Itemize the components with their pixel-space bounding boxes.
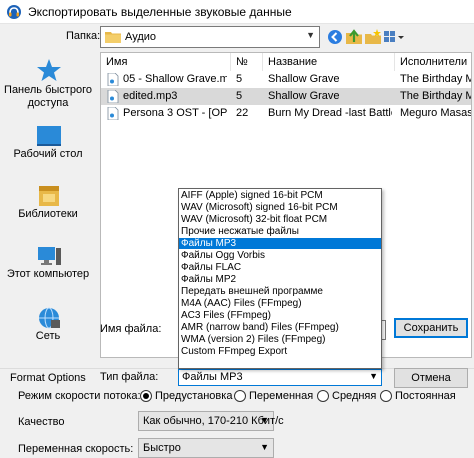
place-label: Сеть	[35, 330, 61, 342]
filetype-option[interactable]: WMA (version 2) Files (FFmpeg)	[179, 334, 381, 345]
filetype-value: Файлы MP3	[182, 371, 243, 383]
file-title: Burn My Dread -last Battle-	[268, 107, 392, 119]
chevron-down-icon: ▼	[306, 30, 315, 40]
filetype-option[interactable]: Файлы MP2	[179, 274, 381, 285]
file-title: Shallow Grave	[268, 90, 340, 102]
column-header-name[interactable]: Имя	[101, 53, 231, 71]
file-artist: Meguro Masash	[400, 107, 472, 119]
chevron-down-icon: ▼	[260, 442, 269, 452]
chevron-down-icon: ▼	[369, 371, 378, 381]
quality-combo[interactable]: Как обычно, 170-210 Кбит/с ▼	[138, 411, 284, 431]
format-options-title: Format Options	[10, 372, 86, 384]
radio-preset-label: Предустановка	[155, 390, 233, 402]
filetype-option-selected[interactable]: Файлы MP3	[179, 238, 381, 249]
audio-file-icon	[107, 90, 119, 103]
column-header-title[interactable]: Название	[263, 53, 395, 71]
radio-variable-label: Переменная	[249, 390, 314, 402]
folder-label: Папка:	[66, 30, 101, 42]
radio-average-label: Средняя	[332, 390, 377, 402]
filetype-option[interactable]: M4A (AAC) Files (FFmpeg)	[179, 298, 381, 309]
file-number: 5	[236, 90, 243, 102]
radio-constant[interactable]	[380, 390, 392, 402]
export-dialog: Экспортировать выделенные звуковые данны…	[0, 0, 474, 458]
file-number: 5	[236, 73, 243, 85]
variable-speed-label: Переменная скорость:	[18, 443, 134, 455]
radio-preset[interactable]	[140, 390, 152, 402]
filetype-label: Тип файла:	[100, 371, 159, 383]
window-title: Экспортировать выделенные звуковые данны…	[28, 5, 292, 19]
filetype-option[interactable]: Custom FFmpeg Export	[179, 346, 381, 357]
place-label: Панель быстрого доступа	[4, 84, 92, 109]
up-folder-icon[interactable]	[345, 28, 363, 46]
filetype-option[interactable]: Передать внешней программе	[179, 286, 381, 297]
radio-average[interactable]	[317, 390, 329, 402]
view-menu-icon[interactable]	[383, 28, 407, 46]
place-network[interactable]: Сеть	[2, 300, 94, 362]
variable-speed-combo[interactable]: Быстро ▼	[138, 438, 274, 458]
file-artist: The Birthday Ma	[400, 90, 471, 102]
filetype-option[interactable]: Файлы FLAC	[179, 262, 381, 273]
folder-combo[interactable]: Аудио ▼	[100, 26, 320, 48]
save-button[interactable]: Сохранить	[394, 318, 468, 338]
file-title: Shallow Grave	[268, 73, 340, 85]
filetype-dropdown-list[interactable]: AIFF (Apple) signed 16-bit PCM WAV (Micr…	[178, 188, 382, 369]
file-name: Persona 3 OST - [OP] Burn...	[123, 107, 227, 119]
computer-icon	[38, 247, 61, 265]
place-label: Библиотеки	[18, 208, 78, 220]
place-quick-access[interactable]: Панель быстрого доступа	[2, 52, 94, 114]
variable-speed-value: Быстро	[143, 442, 181, 454]
places-bar: Панель быстрого доступа Рабочий стол Биб…	[2, 52, 94, 362]
desktop-icon	[37, 126, 61, 146]
place-this-pc[interactable]: Этот компьютер	[2, 238, 94, 300]
place-label: Этот компьютер	[6, 268, 90, 280]
filetype-option[interactable]: WAV (Microsoft) signed 16-bit PCM	[179, 202, 381, 213]
filetype-option[interactable]: AIFF (Apple) signed 16-bit PCM	[179, 190, 381, 201]
file-name: edited.mp3	[123, 90, 178, 102]
column-header-artists[interactable]: Исполнители	[395, 53, 471, 71]
file-name: 05 - Shallow Grave.mp3	[123, 73, 227, 85]
audio-file-icon	[107, 73, 119, 86]
file-row[interactable]: edited.mp3 5 Shallow Grave The Birthday …	[101, 88, 471, 105]
file-artist: The Birthday Ma	[400, 73, 471, 85]
library-icon	[39, 186, 59, 206]
place-desktop[interactable]: Рабочий стол	[2, 118, 94, 180]
bitrate-mode-label: Режим скорости потока:	[18, 390, 141, 402]
title-bar: Экспортировать выделенные звуковые данны…	[0, 0, 474, 24]
audacity-icon	[7, 5, 21, 19]
file-number: 22	[236, 107, 249, 119]
folder-icon	[105, 32, 121, 43]
star-icon	[37, 59, 61, 81]
chevron-down-icon: ▼	[260, 415, 269, 425]
filename-label: Имя файла:	[100, 323, 162, 335]
radio-constant-label: Постоянная	[395, 390, 456, 402]
filetype-option[interactable]: AC3 Files (FFmpeg)	[179, 310, 381, 321]
filetype-combo[interactable]: Файлы MP3 ▼	[178, 369, 382, 386]
audio-file-icon	[107, 107, 119, 120]
new-folder-icon[interactable]	[364, 28, 382, 46]
folder-value: Аудио	[125, 31, 157, 43]
filetype-option[interactable]: Прочие несжатые файлы	[179, 226, 381, 237]
file-row[interactable]: Persona 3 OST - [OP] Burn... 22 Burn My …	[101, 105, 472, 122]
place-libraries[interactable]: Библиотеки	[2, 178, 94, 240]
filetype-option[interactable]: WAV (Microsoft) 32-bit float PCM	[179, 214, 381, 225]
quality-label: Качество	[18, 416, 65, 428]
cancel-button[interactable]: Отмена	[394, 368, 468, 388]
place-label: Рабочий стол	[13, 148, 83, 160]
filetype-option[interactable]: Файлы Ogg Vorbis	[179, 250, 381, 261]
column-header-number[interactable]: №	[231, 53, 263, 71]
filetype-option[interactable]: AMR (narrow band) Files (FFmpeg)	[179, 322, 381, 333]
file-row[interactable]: 05 - Shallow Grave.mp3 5 Shallow Grave T…	[101, 71, 471, 88]
radio-variable[interactable]	[234, 390, 246, 402]
network-icon	[39, 307, 60, 329]
back-icon[interactable]	[326, 28, 344, 46]
